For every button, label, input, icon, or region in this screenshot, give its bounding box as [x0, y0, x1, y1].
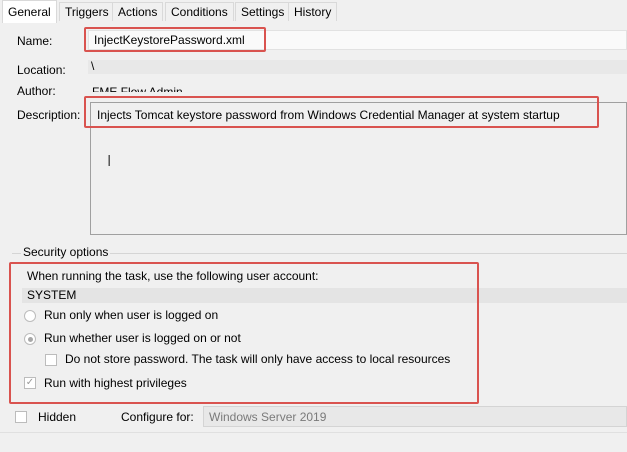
- description-label: Description:: [17, 108, 81, 122]
- tab-general[interactable]: General: [2, 0, 57, 23]
- hidden-checkbox[interactable]: [15, 411, 27, 423]
- tab-bar: General Triggers Actions Conditions Sett…: [0, 0, 627, 23]
- tab-conditions[interactable]: Conditions: [165, 2, 234, 21]
- location-value: \: [91, 59, 95, 73]
- security-group-label: Security options: [21, 245, 111, 259]
- location-label: Location:: [17, 63, 66, 77]
- author-label: Author:: [17, 84, 56, 98]
- tab-actions[interactable]: Actions: [112, 2, 164, 21]
- location-strip: [88, 60, 627, 74]
- configure-for-select[interactable]: Windows Server 2019: [203, 406, 627, 427]
- name-label: Name:: [17, 34, 53, 48]
- general-panel: Name: InjectKeystorePassword.xml Locatio…: [0, 22, 627, 432]
- tab-triggers[interactable]: Triggers: [59, 2, 115, 21]
- i-beam-cursor-icon: I: [107, 153, 112, 170]
- configure-for-label: Configure for:: [121, 410, 194, 424]
- security-highlight-box: [9, 262, 479, 404]
- description-highlight-box: [84, 96, 599, 128]
- tab-history[interactable]: History: [288, 2, 338, 21]
- author-value: FME Flow Admin: [92, 85, 183, 92]
- dialog-bottom-edge: [0, 432, 627, 452]
- hidden-label: Hidden: [38, 410, 77, 424]
- tab-settings[interactable]: Settings: [235, 2, 291, 21]
- name-highlight-box: [84, 27, 266, 52]
